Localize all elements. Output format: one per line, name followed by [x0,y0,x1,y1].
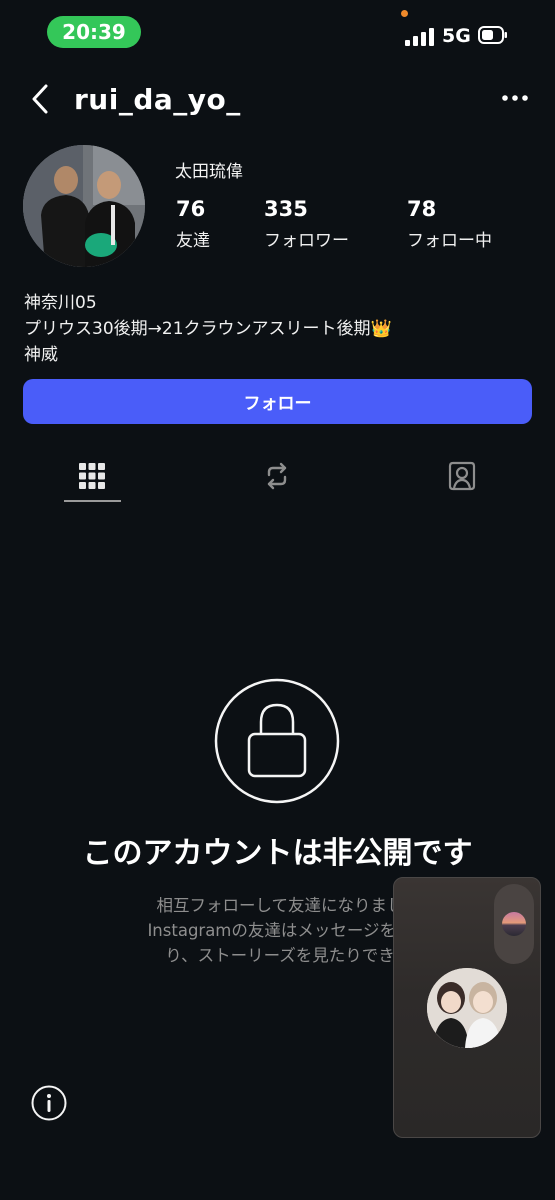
back-icon[interactable] [26,82,56,116]
bio-line: 神奈川05 [24,293,97,313]
network-type: 5G [442,25,471,47]
following-label[interactable]: フォロー中 [407,226,492,251]
mic-indicator-dot [401,10,408,17]
followers-count[interactable]: 335 [264,197,308,221]
battery-icon [478,26,507,44]
more-options-icon[interactable] [500,92,530,104]
private-account-title: このアカウントは非公開です [82,836,473,871]
caller-avatar [427,968,507,1048]
profile-username: rui_da_yo_ [74,83,241,116]
signal-icon [405,28,435,46]
tagged-icon [448,461,476,491]
lock-icon [214,678,340,804]
tab-reposts[interactable] [245,452,309,500]
tab-tagged[interactable] [430,452,494,500]
self-view-thumbnail [502,912,526,936]
grid-icon [79,463,105,489]
video-call-pip[interactable] [393,877,541,1138]
status-time: 20:39 [47,16,141,48]
active-tab-indicator [64,500,121,502]
repost-icon [267,462,287,490]
followers-label[interactable]: フォロワー [264,226,349,251]
following-count[interactable]: 78 [407,197,436,221]
self-view-pill[interactable] [494,884,534,964]
info-icon[interactable] [31,1085,67,1121]
bio-line: プリウス30後期→21クラウンアスリート後期👑 [24,319,392,339]
friends-count[interactable]: 76 [176,197,205,221]
friends-label[interactable]: 友達 [176,226,210,251]
profile-avatar[interactable] [23,145,145,267]
bio-line: 神威 [24,345,58,365]
tab-posts[interactable] [60,452,124,500]
profile-full-name: 太田琉偉 [175,162,243,182]
follow-button[interactable]: フォロー [23,379,532,424]
